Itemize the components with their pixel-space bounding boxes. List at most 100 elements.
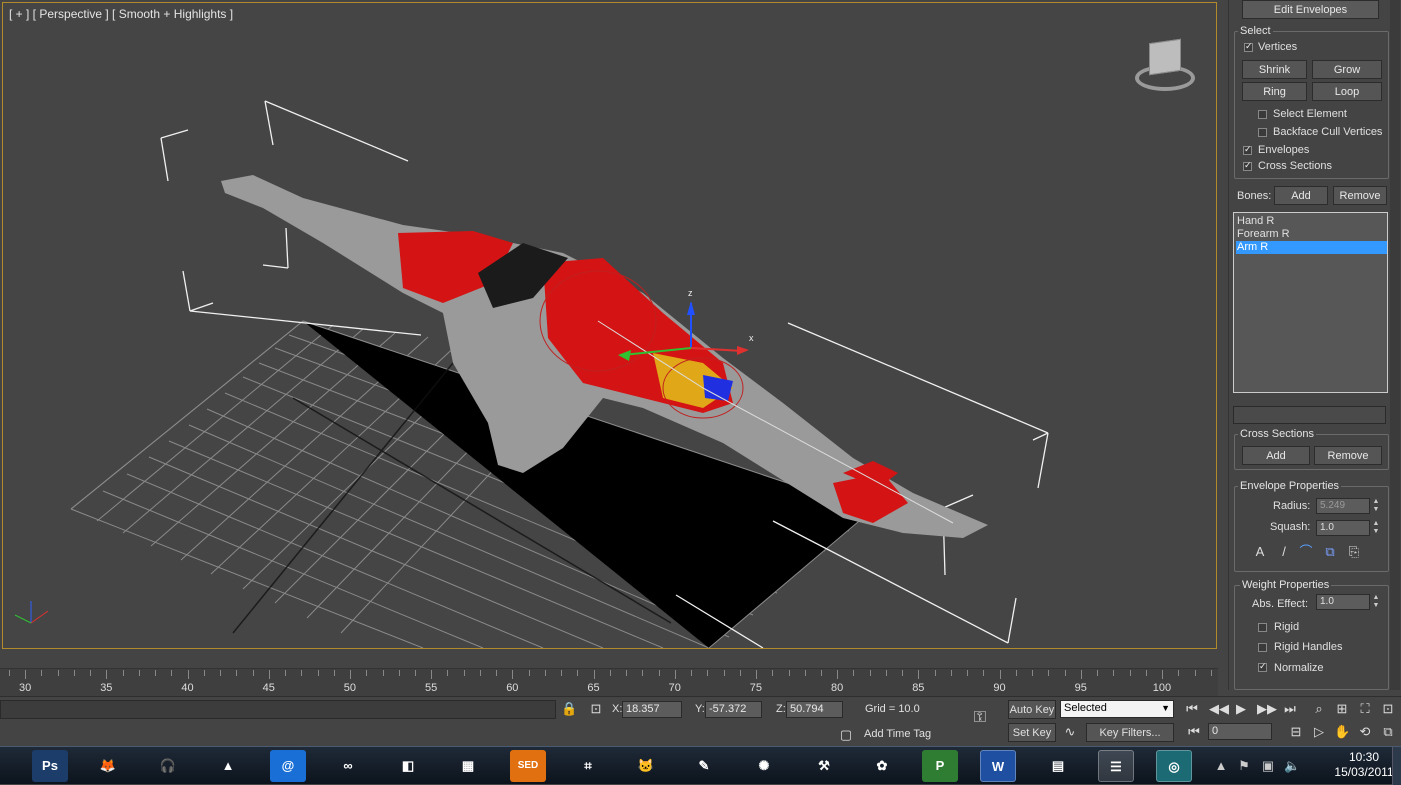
clock[interactable]: 10:30 15/03/2011 (1334, 750, 1394, 780)
browser-icon[interactable]: @ (270, 750, 306, 782)
squash-spinner-arrows[interactable]: ▲ ▼ (1371, 520, 1381, 536)
notepad-icon[interactable]: ☰ (1098, 750, 1134, 782)
maximize-viewport-icon[interactable]: ⧉ (1380, 724, 1396, 740)
zoom-extents-all-icon[interactable]: ⊡ (1380, 701, 1396, 717)
timeline-tick (869, 670, 871, 676)
list-item[interactable]: Hand R (1236, 215, 1387, 228)
key-icon[interactable]: ⚿ (972, 710, 988, 726)
scratch-icon[interactable]: 🐱 (628, 750, 664, 782)
go-to-start-icon[interactable]: ⏮ (1184, 701, 1200, 717)
set-key-button[interactable]: Set Key (1008, 723, 1056, 742)
tray-arrow-icon[interactable]: ▲ (1213, 758, 1229, 774)
select-element-checkbox[interactable] (1258, 110, 1267, 119)
volume-icon[interactable]: 🔈 (1284, 758, 1300, 774)
x-coordinate-field[interactable]: 18.357 (622, 701, 682, 718)
radius-spinner[interactable]: 5.249 (1316, 498, 1370, 514)
zoom-icon[interactable]: ⌕ (1311, 701, 1327, 717)
infinity-icon[interactable]: ∞ (330, 750, 366, 782)
rigid-handles-checkbox[interactable] (1258, 643, 1267, 652)
show-desktop-button[interactable] (1392, 747, 1401, 785)
orbit-icon[interactable]: ⟲ (1357, 724, 1373, 740)
pan-hand-icon[interactable]: ✋ (1334, 724, 1350, 740)
time-tag-icon[interactable]: ▢ (838, 727, 854, 743)
comic-app-icon[interactable]: ✺ (746, 750, 782, 782)
gimp-icon[interactable]: 🦊 (90, 750, 126, 782)
paste-icon[interactable]: ⎘ (1346, 544, 1362, 560)
add-cross-section-button[interactable]: Add (1242, 446, 1310, 465)
squash-spinner[interactable]: 1.0 (1316, 520, 1370, 536)
list-item-selected[interactable]: Arm R (1236, 241, 1387, 254)
bone-name-field[interactable] (1233, 406, 1386, 424)
remove-cross-section-button[interactable]: Remove (1314, 446, 1382, 465)
viewcube-icon[interactable] (1129, 37, 1201, 97)
current-frame-field[interactable]: 0 (1208, 723, 1272, 740)
backface-cull-checkbox[interactable] (1258, 128, 1267, 137)
previous-frame-icon[interactable]: ◀◀ (1209, 701, 1229, 717)
add-bone-button[interactable]: Add (1274, 186, 1328, 205)
loop-button[interactable]: Loop (1312, 82, 1382, 101)
zoom-all-icon[interactable]: ⊞ (1334, 701, 1350, 717)
timeline-tick (1113, 670, 1115, 676)
grow-button[interactable]: Grow (1312, 60, 1382, 79)
timeline-tick (902, 670, 904, 676)
sed-icon[interactable]: SED (510, 750, 546, 782)
go-to-end-icon[interactable]: ⏭ (1282, 701, 1298, 717)
falloff-curve-icon[interactable]: ⌒ (1298, 544, 1314, 560)
lock-icon[interactable]: 🔒 (561, 701, 577, 717)
timeline-tick (853, 670, 855, 676)
absolute-mode-icon[interactable]: ⊡ (588, 701, 604, 717)
network-icon[interactable]: ▣ (1260, 758, 1276, 774)
envelopes-checkbox[interactable] (1243, 144, 1252, 155)
key-filters-button[interactable]: Key Filters... (1086, 723, 1174, 742)
cube-app-icon[interactable]: ◧ (390, 750, 426, 782)
abs-effect-spinner[interactable]: 1.0 (1316, 594, 1370, 610)
rigid-checkbox[interactable] (1258, 623, 1267, 632)
3dsmax-icon[interactable]: ◎ (1156, 750, 1192, 782)
plot-app-icon[interactable]: ⌗ (570, 750, 606, 782)
edit-envelopes-button[interactable]: Edit Envelopes (1242, 0, 1379, 19)
auto-key-button[interactable]: Auto Key (1008, 700, 1056, 719)
radius-spinner-arrows[interactable]: ▲ ▼ (1371, 498, 1381, 514)
bones-list[interactable]: Hand R Forearm R Arm R (1233, 212, 1388, 393)
project-icon[interactable]: P (922, 750, 958, 782)
perspective-viewport[interactable]: z x [ + ] [ Perspective ] [ Smooth + Hig… (2, 2, 1217, 649)
flag-icon[interactable]: ⚑ (1236, 758, 1252, 774)
office-icon[interactable]: ▦ (450, 750, 486, 782)
matlab-icon[interactable]: ▲ (210, 750, 246, 782)
next-frame-icon[interactable]: ▶▶ (1257, 701, 1277, 717)
time-config-icon[interactable]: ⊟ (1288, 724, 1304, 740)
shrink-button[interactable]: Shrink (1242, 60, 1307, 79)
zoom-extents-icon[interactable]: ⛶ (1357, 701, 1373, 717)
add-time-tag-label[interactable]: Add Time Tag (864, 728, 931, 740)
timeline-tick (333, 670, 335, 676)
selection-set-dropdown[interactable]: Selected ▼ (1060, 700, 1174, 718)
timeline-tick (317, 670, 319, 676)
abs-effect-arrows[interactable]: ▲ ▼ (1371, 594, 1381, 610)
pdf-icon[interactable]: ▤ (1040, 750, 1076, 782)
game-app-icon[interactable]: ✿ (864, 750, 900, 782)
field-of-view-icon[interactable]: ▷ (1311, 724, 1327, 740)
tangent-icon[interactable]: ∿ (1062, 724, 1078, 740)
pen-app-icon[interactable]: ✎ (686, 750, 722, 782)
vertices-checkbox[interactable] (1244, 41, 1253, 52)
list-item[interactable]: Forearm R (1236, 228, 1387, 241)
play-icon[interactable]: ▶ (1233, 701, 1249, 717)
y-coordinate-field[interactable]: -57.372 (705, 701, 762, 718)
absolute-icon[interactable]: A (1252, 544, 1268, 560)
photoshop-icon[interactable]: Ps (32, 750, 68, 782)
timeline-tick-label: 65 (587, 682, 600, 694)
z-coordinate-field[interactable]: 50.794 (786, 701, 843, 718)
cross-sections-checkbox[interactable] (1243, 160, 1252, 171)
key-mode-icon[interactable]: ⏮ (1186, 724, 1202, 740)
word-icon[interactable]: W (980, 750, 1016, 782)
ring-button[interactable]: Ring (1242, 82, 1307, 101)
pencil-icon[interactable]: / (1276, 544, 1292, 560)
tools-icon[interactable]: ⚒ (806, 750, 842, 782)
remove-bone-button[interactable]: Remove (1333, 186, 1387, 205)
audacity-icon[interactable]: 🎧 (150, 750, 186, 782)
copy-icon[interactable]: ⧉ (1322, 544, 1338, 560)
maxscript-listener[interactable] (0, 700, 556, 719)
viewport-label[interactable]: [ + ] [ Perspective ] [ Smooth + Highlig… (9, 7, 233, 21)
normalize-checkbox[interactable] (1258, 661, 1267, 672)
panel-scrollbar[interactable] (1390, 0, 1400, 690)
